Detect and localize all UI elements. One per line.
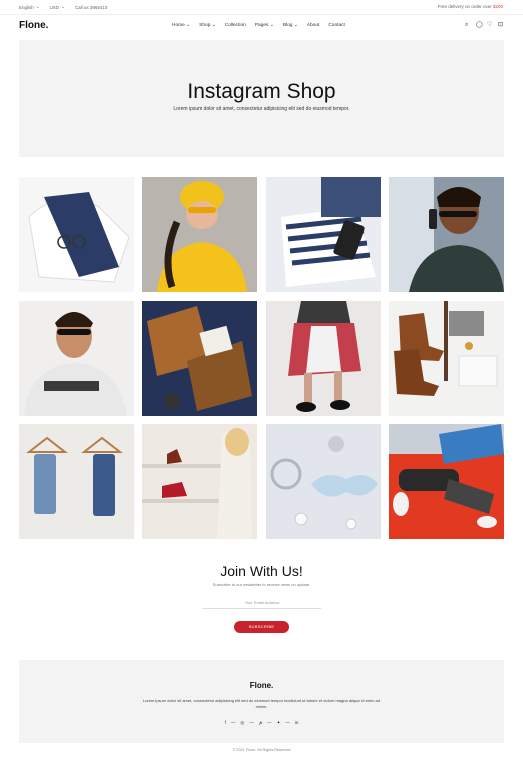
user-icon[interactable]: ◯ bbox=[476, 22, 483, 28]
gallery-item[interactable] bbox=[19, 177, 134, 292]
chevron-down-icon: ⌄ bbox=[293, 23, 298, 28]
gallery-item[interactable] bbox=[388, 300, 504, 416]
chevron-down-icon: ⌄ bbox=[269, 23, 274, 28]
subscribe-button[interactable]: SUBSCRIBE bbox=[234, 621, 289, 633]
gallery-photo-shoe-shop bbox=[142, 424, 258, 539]
divider: — bbox=[249, 720, 254, 725]
gallery-item[interactable] bbox=[19, 300, 134, 416]
phone-text: Call us 3965410 bbox=[74, 4, 108, 10]
gallery-item[interactable] bbox=[388, 424, 504, 539]
gallery-photo-skirt-legs bbox=[265, 300, 381, 416]
gallery-item[interactable] bbox=[142, 177, 258, 292]
divider: — bbox=[285, 720, 290, 725]
gallery-item[interactable] bbox=[388, 177, 504, 292]
gallery-photo-accessories bbox=[265, 424, 381, 539]
heart-icon[interactable]: ♡ bbox=[487, 22, 493, 28]
newsletter-section: Join With Us! Subscribe to our newslette… bbox=[0, 563, 523, 587]
footer-logo[interactable]: Flone. bbox=[19, 681, 504, 690]
gallery-item[interactable] bbox=[265, 424, 381, 539]
gallery-item[interactable] bbox=[142, 300, 258, 416]
gallery-photo-striped-shirt bbox=[265, 177, 381, 292]
gallery-photo-man-sunglasses bbox=[19, 300, 134, 416]
search-icon[interactable]: ⌕ bbox=[465, 22, 471, 28]
newsletter-subtitle: Subscribe to our newsletter to receive n… bbox=[212, 582, 311, 587]
page-title: Instagram Shop bbox=[187, 80, 336, 103]
hero-banner: Instagram Shop Lorem ipsum dolor sit ame… bbox=[19, 40, 504, 157]
gallery-photo-leather-bag bbox=[142, 300, 258, 416]
gallery-item[interactable] bbox=[142, 424, 258, 539]
logo[interactable]: Flone. bbox=[19, 20, 48, 31]
gallery-photo-hanging-jeans bbox=[19, 424, 134, 539]
footer-text: Lorem ipsum dolor sit amet, consectetur … bbox=[142, 698, 380, 709]
gallery-photo-sweater-jeans bbox=[19, 177, 134, 292]
linkedin-icon[interactable]: in bbox=[295, 720, 299, 726]
cart-icon[interactable]: ⊡ bbox=[498, 22, 504, 28]
newsletter-title: Join With Us! bbox=[220, 563, 303, 579]
nav-item-contact[interactable]: Contact bbox=[328, 23, 345, 28]
gallery-photo-man-phone bbox=[388, 177, 504, 292]
language-select[interactable]: English ⌄ bbox=[19, 4, 40, 10]
twitter-icon[interactable]: ✦ bbox=[277, 720, 281, 726]
hero-subtitle: Lorem ipsum dolor sit amet, consectetur … bbox=[173, 106, 350, 112]
currency-select[interactable]: USD ⌄ bbox=[50, 4, 65, 10]
gallery-photo-boots-flatlay bbox=[388, 300, 504, 416]
chevron-down-icon: ⌄ bbox=[61, 4, 65, 9]
nav-item-shop[interactable]: Shop ⌄ bbox=[199, 23, 216, 28]
top-bar: English ⌄ USD ⌄ Call us 3965410 Free deliv… bbox=[0, 0, 523, 15]
facebook-icon[interactable]: f bbox=[225, 720, 226, 726]
nav-item-collection[interactable]: Collection bbox=[225, 23, 246, 28]
gallery-item[interactable] bbox=[265, 177, 381, 292]
promo-amount: $200 bbox=[492, 4, 503, 9]
pinterest-icon[interactable]: 𝓅 bbox=[259, 720, 262, 726]
divider: — bbox=[230, 720, 236, 725]
chevron-down-icon: ⌄ bbox=[35, 4, 40, 9]
gallery-item[interactable] bbox=[19, 424, 134, 539]
promo-text: Free delivery on order over $200 bbox=[437, 4, 503, 9]
nav-item-blog[interactable]: Blog ⌄ bbox=[283, 23, 298, 28]
copyright: © 2021 Flone. All Rights Reserved bbox=[232, 748, 291, 752]
main-nav: Home ⌄ Shop ⌄ Collection Pages ⌄ Blog ⌄ … bbox=[172, 23, 345, 28]
nav-item-home[interactable]: Home ⌄ bbox=[172, 23, 190, 28]
footer: Flone. Lorem ipsum dolor sit amet, conse… bbox=[19, 660, 504, 743]
instagram-gallery bbox=[19, 177, 504, 539]
nav-item-about[interactable]: About bbox=[307, 23, 320, 28]
gallery-photo-yellow-beanie bbox=[142, 177, 258, 292]
email-field[interactable]: Your Email Address bbox=[203, 598, 321, 609]
gallery-photo-skateboard bbox=[388, 424, 504, 539]
gallery-item[interactable] bbox=[265, 300, 381, 416]
social-links: f — ◎ — 𝓅 — ✦ — in bbox=[19, 720, 504, 726]
instagram-icon[interactable]: ◎ bbox=[240, 720, 244, 726]
nav-item-pages[interactable]: Pages ⌄ bbox=[255, 23, 274, 28]
chevron-down-icon: ⌄ bbox=[211, 23, 216, 28]
divider: — bbox=[267, 720, 272, 725]
site-header: Flone. Home ⌄ Shop ⌄ Collection Pages ⌄ … bbox=[0, 15, 523, 37]
chevron-down-icon: ⌄ bbox=[186, 23, 191, 28]
